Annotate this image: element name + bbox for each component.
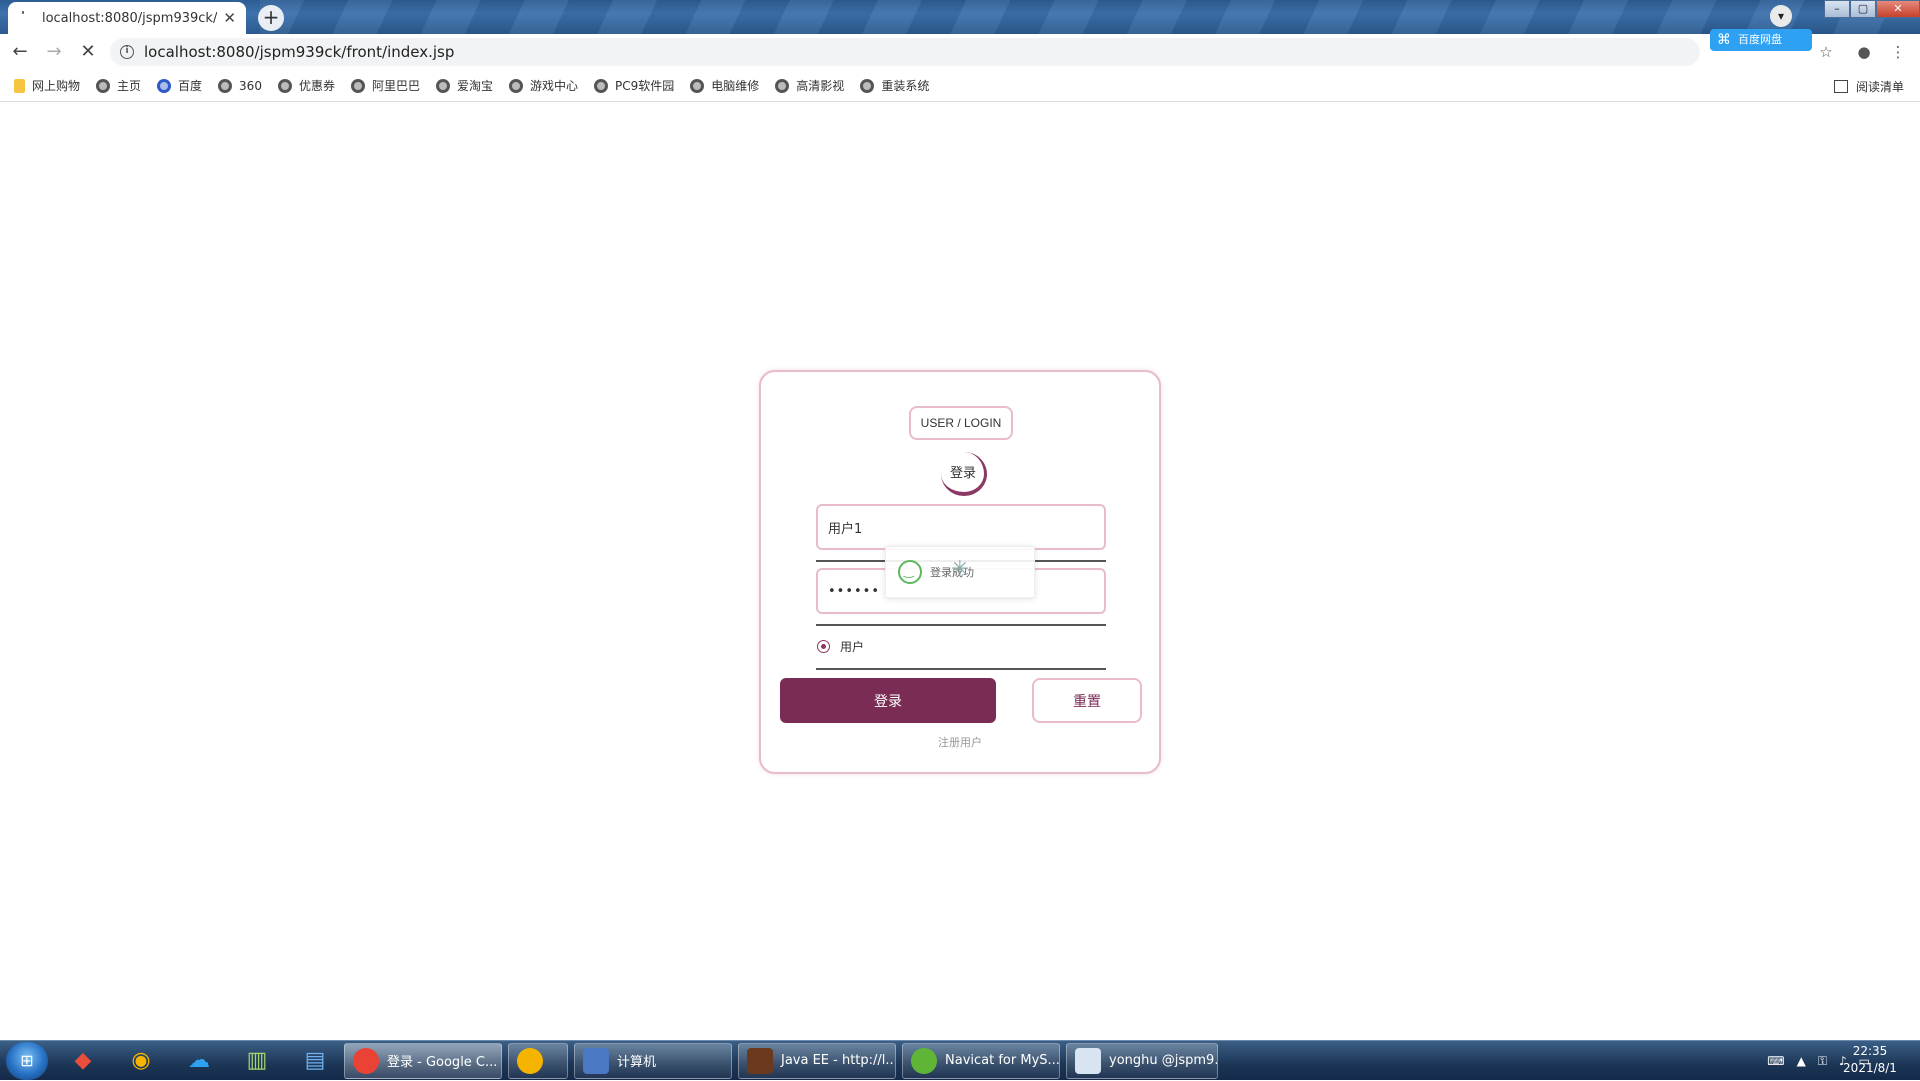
bookmark-star-icon[interactable]: ☆ xyxy=(1814,40,1838,64)
minimize-button[interactable]: – xyxy=(1824,0,1850,18)
menu-kebab-icon[interactable]: ⋮ xyxy=(1886,40,1910,64)
cloud-pinned-icon[interactable]: ☁ xyxy=(176,1043,222,1079)
taskbar-item-navicat[interactable]: Navicat for MyS... xyxy=(902,1042,1060,1079)
start-button[interactable]: ⊞ xyxy=(6,1041,48,1080)
navicat-icon xyxy=(911,1047,937,1074)
tab-search-icon[interactable]: ▾ xyxy=(1770,5,1792,27)
user-login-badge: USER / LOGIN xyxy=(909,406,1013,440)
bookmark-item[interactable]: 360 xyxy=(218,78,262,93)
bookmark-item[interactable]: 主页 xyxy=(96,77,141,94)
login-title-wrap: 登录 xyxy=(937,452,989,496)
bookmark-item[interactable]: 优惠券 xyxy=(277,77,335,94)
globe-icon xyxy=(435,78,450,93)
radio-selected-icon[interactable] xyxy=(817,640,830,653)
window-controls: – ▢ ✕ xyxy=(1824,0,1920,18)
system-clock[interactable]: 22:35 2021/8/1 xyxy=(1830,1043,1910,1077)
taskbar-item-computer[interactable]: 计算机 xyxy=(574,1042,732,1079)
pinned-app-icon[interactable]: ◆ xyxy=(60,1043,106,1079)
profile-avatar-icon[interactable]: ● xyxy=(1852,40,1876,64)
divider xyxy=(816,624,1106,626)
taskbar-item-chrome[interactable]: 登录 - Google C... xyxy=(344,1042,502,1079)
stop-loading-button[interactable]: ✕ xyxy=(74,38,102,66)
globe-icon xyxy=(860,78,875,93)
bookmark-item[interactable]: 网上购物 xyxy=(14,77,80,94)
chrome-pinned-icon[interactable]: ◉ xyxy=(118,1043,164,1079)
bookmark-item[interactable]: 重装系统 xyxy=(860,77,929,94)
clock-date: 2021/8/1 xyxy=(1843,1061,1897,1075)
globe-icon xyxy=(350,78,365,93)
chrome-icon xyxy=(353,1047,379,1074)
taskbar-item-browser[interactable] xyxy=(508,1042,568,1079)
clock-time: 22:35 xyxy=(1852,1044,1888,1058)
bookmark-item[interactable]: PC9软件园 xyxy=(594,77,674,94)
bookmark-item[interactable]: 游戏中心 xyxy=(509,77,578,94)
chart-app-pinned-icon[interactable]: ▥ xyxy=(234,1043,280,1079)
windows-taskbar: ⊞ ◆ ◉ ☁ ▥ ▤ 登录 - Google C... 计算机 Java EE… xyxy=(0,1040,1920,1080)
tab-close-icon[interactable]: ✕ xyxy=(223,9,236,27)
baidu-paw-icon xyxy=(157,78,172,93)
close-window-button[interactable]: ✕ xyxy=(1876,0,1920,18)
globe-icon xyxy=(509,78,523,93)
username-input[interactable] xyxy=(816,504,1106,550)
bookmark-item[interactable]: 高清影视 xyxy=(775,77,844,94)
globe-icon xyxy=(277,78,292,93)
page-title: 登录 xyxy=(949,466,976,481)
explorer-pinned-icon[interactable]: ▤ xyxy=(292,1043,338,1079)
globe-icon xyxy=(96,78,111,93)
address-bar[interactable]: i localhost:8080/jspm939ck/front/index.j… xyxy=(110,38,1700,66)
bookmark-item[interactable]: 阿里巴巴 xyxy=(350,77,420,94)
divider xyxy=(816,668,1106,670)
keyboard-icon[interactable]: ⌨ xyxy=(1767,1054,1784,1068)
role-label: 用户 xyxy=(840,640,865,654)
maximize-button[interactable]: ▢ xyxy=(1850,0,1876,18)
role-radio-user[interactable]: 用户 xyxy=(817,638,864,655)
bookmark-item[interactable]: 电脑维修 xyxy=(690,77,759,94)
tab-title: localhost:8080/jspm939ck/fron xyxy=(41,10,218,26)
cloud-extension-badge[interactable]: 百度网盘 xyxy=(1710,29,1812,51)
globe-icon xyxy=(594,78,609,93)
url-text: localhost:8080/jspm939ck/front/index.jsp xyxy=(144,43,455,61)
tray-expand-icon[interactable]: ▲ xyxy=(1797,1054,1806,1068)
loading-favicon-icon xyxy=(18,11,32,25)
folder-icon xyxy=(14,78,25,93)
browser-tab[interactable]: localhost:8080/jspm939ck/fron ✕ xyxy=(8,2,246,34)
forward-button[interactable]: → xyxy=(40,38,68,66)
taskbar-item-eclipse[interactable]: Java EE - http://l... xyxy=(738,1042,896,1079)
table-icon xyxy=(1075,1047,1101,1074)
browser-toolbar: ← → ✕ i localhost:8080/jspm939ck/front/i… xyxy=(0,34,1920,70)
eclipse-icon xyxy=(747,1047,773,1074)
site-info-icon[interactable]: i xyxy=(120,45,134,59)
bookmark-item[interactable]: 百度 xyxy=(157,77,202,94)
new-tab-button[interactable]: + xyxy=(258,5,284,31)
reading-list-button[interactable]: 阅读清单 xyxy=(1833,70,1904,102)
smile-icon xyxy=(898,560,922,584)
globe-icon xyxy=(690,78,705,93)
computer-icon xyxy=(583,1047,609,1074)
loading-spinner-icon: ✳ xyxy=(950,557,970,582)
browser-tab-strip: localhost:8080/jspm939ck/fron ✕ + ▾ – ▢ … xyxy=(0,0,1920,34)
reset-button[interactable]: 重置 xyxy=(1032,678,1142,723)
register-link[interactable]: 注册用户 xyxy=(761,734,1159,750)
taskbar-item-table[interactable]: yonghu @jspm9... xyxy=(1066,1042,1218,1079)
bookmarks-bar: 网上购物 主页 百度 360 优惠券 阿里巴巴 爱淘宝 游戏中心 PC9软件园 … xyxy=(0,70,1920,102)
browser-icon xyxy=(517,1047,543,1074)
reading-list-icon xyxy=(1833,79,1848,93)
bookmark-item[interactable]: 爱淘宝 xyxy=(435,77,493,94)
back-button[interactable]: ← xyxy=(6,38,34,66)
login-button[interactable]: 登录 xyxy=(780,678,996,723)
globe-icon xyxy=(218,78,233,93)
network-icon[interactable]: ⚿ xyxy=(1818,1054,1827,1069)
globe-icon xyxy=(775,78,790,93)
